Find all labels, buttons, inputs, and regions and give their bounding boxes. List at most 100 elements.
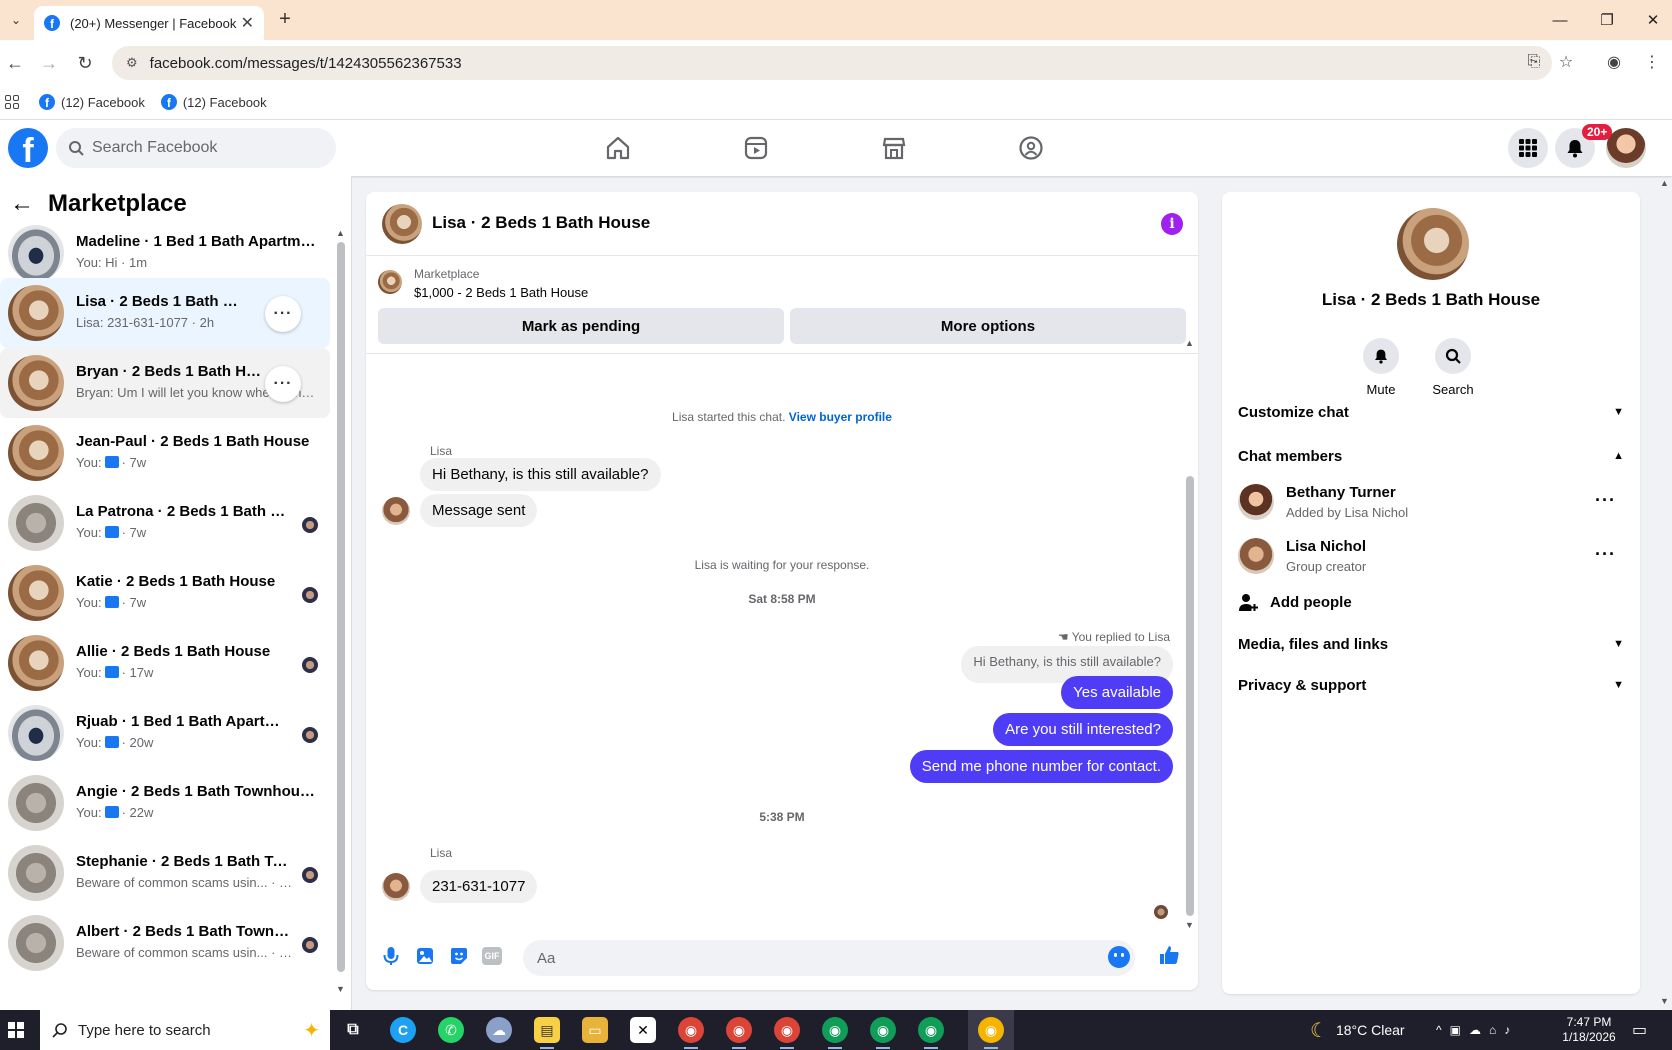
thumbs-up-icon[interactable]: [1158, 944, 1180, 966]
install-app-icon[interactable]: ⎘: [1522, 50, 1546, 74]
incoming-message[interactable]: Hi Bethany, is this still available?: [420, 458, 661, 491]
chat-item-angie[interactable]: Angie · 2 Beds 1 Bath Townhouse You: · 22…: [0, 768, 330, 838]
back-arrow-icon[interactable]: ←: [10, 190, 34, 218]
groups-icon[interactable]: [1013, 130, 1049, 166]
home-icon[interactable]: [600, 130, 636, 166]
url-field[interactable]: ⚙ facebook.com/messages/t/14243055623675…: [112, 46, 1552, 80]
chrome-icon[interactable]: ◉: [822, 1017, 848, 1049]
scroll-up-arrow[interactable]: ▲: [336, 228, 345, 238]
sticky-notes-icon[interactable]: ▤: [534, 1017, 560, 1049]
bookmark-star-icon[interactable]: ☆: [1554, 50, 1578, 74]
browser-menu-icon[interactable]: ⋮: [1640, 50, 1664, 74]
outgoing-message[interactable]: Are you still interested?: [993, 713, 1173, 746]
privacy-support-row[interactable]: Privacy & support ▼: [1238, 665, 1624, 705]
listing-thumbnail[interactable]: [1397, 208, 1469, 280]
notification-center-icon[interactable]: ▭: [1632, 1010, 1647, 1050]
conversation-title[interactable]: Lisa · 2 Beds 1 Bath House: [432, 213, 650, 233]
bookmark-item[interactable]: f (12) Facebook: [160, 94, 267, 110]
close-window-button[interactable]: ✕: [1638, 8, 1668, 32]
taskbar-clock[interactable]: 7:47 PM 1/18/2026: [1554, 1015, 1624, 1045]
chat-item-katie[interactable]: Katie · 2 Beds 1 Bath House You: · 7w: [0, 558, 330, 628]
reload-button[interactable]: ↻: [72, 50, 98, 76]
member-options-button[interactable]: ···: [1595, 490, 1616, 511]
media-files-row[interactable]: Media, files and links ▼: [1238, 624, 1624, 664]
incoming-message[interactable]: 231-631-1077: [420, 870, 538, 903]
task-view-icon[interactable]: ⧉: [340, 1017, 366, 1043]
whatsapp-icon[interactable]: ✆: [438, 1017, 464, 1043]
chrome-icon[interactable]: ◉: [774, 1017, 800, 1049]
chrome-icon[interactable]: ◉: [678, 1017, 704, 1049]
weather-widget[interactable]: ☾ 18°C Clear: [1310, 1010, 1405, 1050]
sticker-icon[interactable]: [448, 945, 470, 967]
info-icon[interactable]: i: [1161, 213, 1183, 235]
chat-item-stephanie[interactable]: Stephanie · 2 Beds 1 Bath Tow... Beware …: [0, 838, 330, 908]
outgoing-message[interactable]: Send me phone number for contact.: [909, 750, 1173, 783]
chat-item-rjuab[interactable]: Rjuab · 1 Bed 1 Bath Apartmen... You: · 2…: [0, 698, 330, 768]
message-input[interactable]: Aa: [523, 940, 1135, 976]
chat-members-row[interactable]: Chat members ▲: [1238, 436, 1624, 476]
video-icon[interactable]: [738, 130, 774, 166]
outgoing-message[interactable]: Yes available: [1061, 676, 1173, 709]
back-button[interactable]: ←: [2, 50, 28, 76]
system-tray-icons[interactable]: ^ ▣ ☁ ⌂ ♪: [1436, 1010, 1518, 1050]
chat-item-allie[interactable]: Allie · 2 Beds 1 Bath House You: · 17w: [0, 628, 330, 698]
gif-icon[interactable]: GIF: [482, 947, 502, 965]
member-options-button[interactable]: ···: [1595, 544, 1616, 565]
mute-button[interactable]: Mute: [1346, 338, 1416, 397]
chat-list-scrollbar[interactable]: [337, 242, 345, 972]
incoming-message[interactable]: Message sent: [420, 494, 538, 527]
member-row[interactable]: Lisa Nichol Group creator ···: [1238, 530, 1624, 582]
microphone-icon[interactable]: [380, 945, 402, 967]
chat-item-bryan[interactable]: Bryan · 2 Beds 1 Bath House Bryan: Um I …: [0, 348, 330, 418]
app-c-icon[interactable]: C: [390, 1017, 416, 1043]
chrome-icon[interactable]: ◉: [978, 1017, 1004, 1049]
tab-search-icon[interactable]: ⌄: [4, 8, 28, 32]
restore-button[interactable]: ❐: [1592, 8, 1622, 32]
search-in-chat-button[interactable]: Search: [1418, 338, 1488, 397]
minimize-button[interactable]: —: [1545, 8, 1575, 32]
facebook-logo[interactable]: f: [8, 128, 48, 168]
listing-thumbnail[interactable]: [382, 204, 422, 244]
weather-app-icon[interactable]: ☁: [486, 1017, 512, 1043]
scroll-down-arrow[interactable]: ▼: [336, 984, 345, 994]
member-row[interactable]: Bethany Turner Added by Lisa Nichol ···: [1238, 476, 1624, 528]
photo-icon[interactable]: [414, 945, 436, 967]
more-options-button[interactable]: More options: [790, 308, 1186, 344]
marketplace-icon[interactable]: [876, 130, 912, 166]
chrome-icon[interactable]: ◉: [870, 1017, 896, 1049]
chat-item-jean-paul[interactable]: Jean-Paul · 2 Beds 1 Bath House You: · 7w: [0, 418, 330, 488]
sender-avatar[interactable]: [382, 873, 410, 901]
page-scroll-up-arrow[interactable]: ▲: [1660, 178, 1669, 188]
view-buyer-profile-link[interactable]: View buyer profile: [789, 410, 892, 424]
chat-options-button[interactable]: ···: [265, 366, 301, 402]
scroll-down-arrow[interactable]: ▼: [1185, 920, 1194, 930]
apps-grid-icon[interactable]: [5, 95, 19, 109]
new-tab-button[interactable]: +: [274, 8, 296, 30]
listing-price-title[interactable]: $1,000 - 2 Beds 1 Bath House: [414, 285, 588, 300]
chrome-icon[interactable]: ◉: [918, 1017, 944, 1049]
bookmark-item[interactable]: f (12) Facebook: [39, 94, 145, 110]
site-info-icon[interactable]: ⚙: [126, 55, 138, 71]
profile-icon[interactable]: ◉: [1602, 50, 1626, 74]
tab-close-icon[interactable]: ✕: [241, 13, 254, 33]
sender-avatar[interactable]: [382, 497, 410, 525]
emoji-icon[interactable]: [1108, 946, 1130, 968]
scroll-up-arrow[interactable]: ▲: [1185, 338, 1194, 348]
file-explorer-icon[interactable]: ▭: [582, 1017, 608, 1043]
windows-start-icon[interactable]: [8, 1022, 24, 1038]
chat-item-la-patrona[interactable]: La Patrona · 2 Beds 1 Bath To... You: · 7…: [0, 488, 330, 558]
forward-button[interactable]: →: [36, 50, 62, 76]
mark-as-pending-button[interactable]: Mark as pending: [378, 308, 784, 344]
account-avatar[interactable]: [1606, 128, 1646, 168]
customize-chat-row[interactable]: Customize chat ▼: [1238, 392, 1624, 432]
menu-grid-icon[interactable]: [1508, 128, 1548, 168]
chat-item-lisa[interactable]: Lisa · 2 Beds 1 Bath House Lisa: 231-631…: [0, 278, 330, 348]
chat-options-button[interactable]: ···: [265, 296, 301, 332]
taskbar-search-input[interactable]: Type here to search ✦: [40, 1010, 330, 1050]
browser-tab[interactable]: f (20+) Messenger | Facebook ✕: [34, 6, 264, 40]
facebook-search-input[interactable]: Search Facebook: [56, 128, 336, 168]
page-scroll-down-arrow[interactable]: ▼: [1660, 996, 1669, 1006]
capcut-icon[interactable]: ✕: [630, 1017, 656, 1043]
chat-item-albert[interactable]: Albert · 2 Beds 1 Bath Townho... Beware …: [0, 908, 330, 978]
chrome-icon[interactable]: ◉: [726, 1017, 752, 1049]
